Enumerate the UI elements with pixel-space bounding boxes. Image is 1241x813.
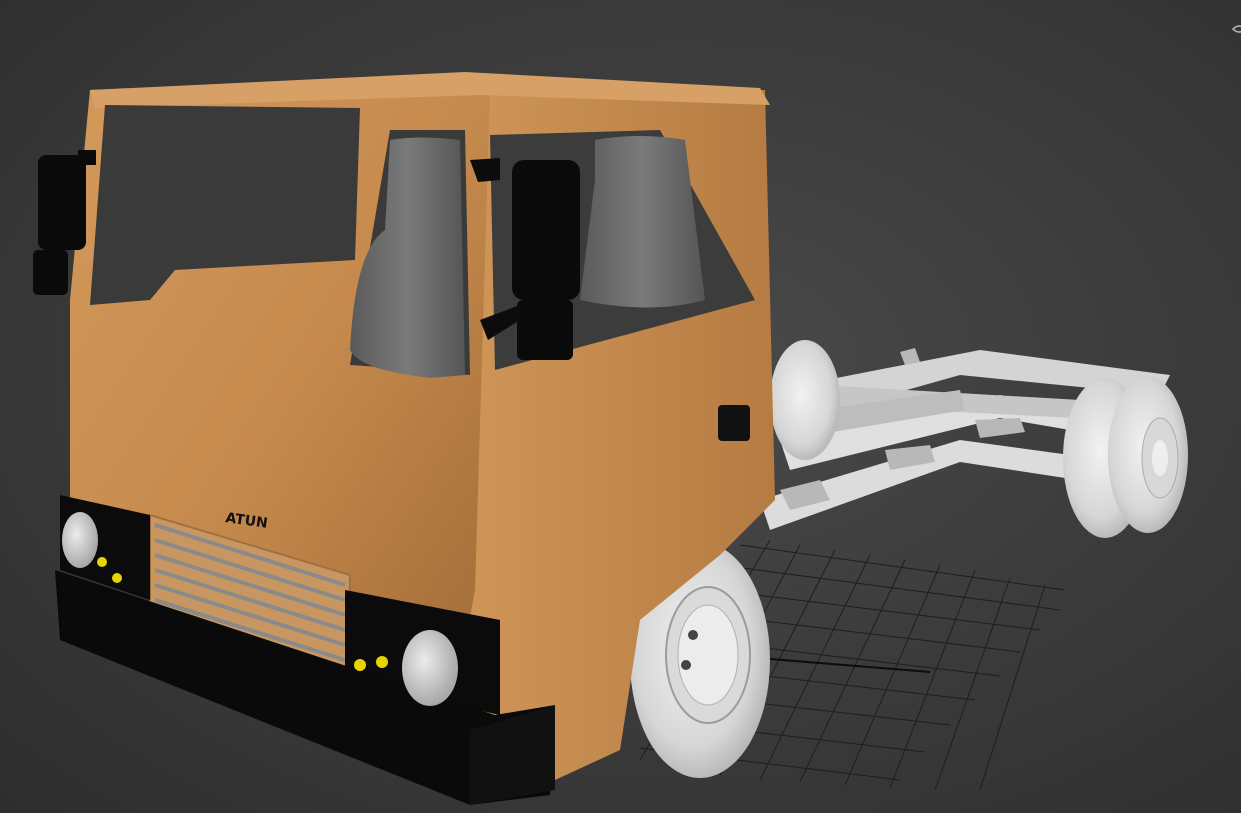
rear-wheels	[1063, 377, 1188, 538]
viewcube-icon[interactable]	[1231, 22, 1241, 36]
truck-model-render[interactable]: ATUN	[0, 0, 1241, 813]
headlight-left	[62, 512, 98, 568]
door-handle	[718, 405, 750, 441]
rear-left-wheel	[770, 340, 840, 460]
headlight-right	[402, 630, 458, 706]
3d-viewport[interactable]: ATUN	[0, 0, 1241, 813]
